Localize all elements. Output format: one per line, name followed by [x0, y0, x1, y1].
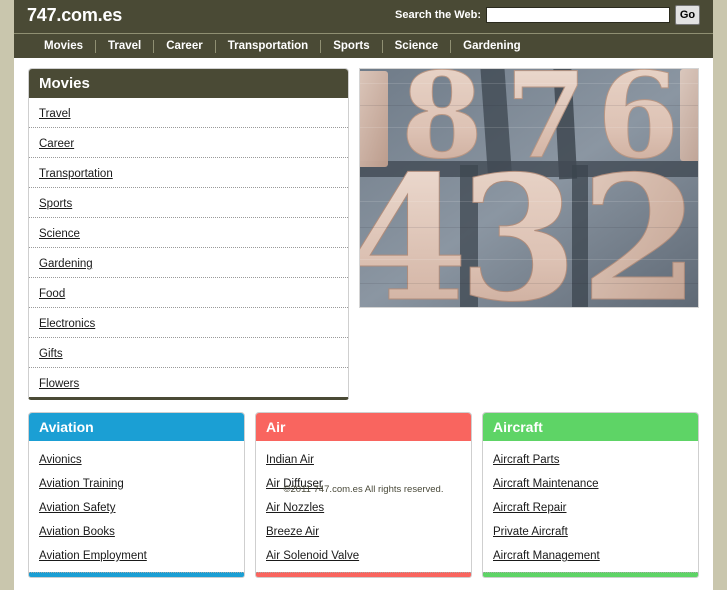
- footer: ©2011 747.com.es All rights reserved.: [0, 484, 727, 495]
- panel-link-aircraft-parts[interactable]: Aircraft Parts: [493, 454, 559, 466]
- site-container: 747.com.es Search the Web: Go Movies Tra…: [14, 0, 713, 590]
- list-item[interactable]: Aircraft Repair: [493, 495, 698, 519]
- panel-link-aircraft-management[interactable]: Aircraft Management: [493, 550, 600, 562]
- list-item[interactable]: Science: [29, 218, 349, 248]
- list-item[interactable]: Electronics: [29, 308, 349, 338]
- panel-link-air-solenoid-valve[interactable]: Air Solenoid Valve: [266, 550, 359, 562]
- footer-copyright: ©2011 747.com.es All rights reserved.: [283, 484, 444, 495]
- panel-aircraft-body: Aircraft Parts Aircraft Maintenance Airc…: [483, 441, 698, 572]
- list-item[interactable]: Sports: [29, 188, 349, 218]
- sidebar-item-gardening[interactable]: Gardening: [39, 258, 93, 270]
- panel-air-rule: [256, 572, 471, 577]
- panel-link-aviation-employment[interactable]: Aviation Employment: [39, 550, 147, 562]
- sidebar-item-sports[interactable]: Sports: [39, 198, 72, 210]
- list-item[interactable]: Aviation Safety: [39, 495, 244, 519]
- panel-link-aviation-books[interactable]: Aviation Books: [39, 526, 115, 538]
- nav-item-travel[interactable]: Travel: [96, 39, 155, 53]
- nav-item-transportation[interactable]: Transportation: [216, 39, 322, 53]
- movies-category-panel: Movies Travel Career Transportation Spor…: [28, 68, 350, 400]
- panel-aircraft: Aircraft Aircraft Parts Aircraft Mainten…: [482, 412, 699, 578]
- nav-item-science[interactable]: Science: [383, 39, 452, 53]
- panel-aircraft-title: Aircraft: [483, 413, 698, 441]
- panel-link-indian-air[interactable]: Indian Air: [266, 454, 314, 466]
- panel-link-aircraft-repair[interactable]: Aircraft Repair: [493, 502, 567, 514]
- top-row: Movies Travel Career Transportation Spor…: [28, 68, 699, 400]
- list-item[interactable]: Private Aircraft: [493, 519, 698, 543]
- svg-text:4: 4: [360, 137, 468, 307]
- search-label: Search the Web:: [395, 9, 481, 21]
- panel-link-breeze-air[interactable]: Breeze Air: [266, 526, 319, 538]
- panel-aviation-title: Aviation: [29, 413, 244, 441]
- list-item[interactable]: Breeze Air: [266, 519, 471, 543]
- sidebar-item-flowers[interactable]: Flowers: [39, 378, 79, 390]
- search-go-button[interactable]: Go: [675, 5, 700, 25]
- list-item[interactable]: Gifts: [29, 338, 349, 368]
- panel-link-private-aircraft[interactable]: Private Aircraft: [493, 526, 568, 538]
- panel-air: Air Indian Air Air Diffuser Air Nozzles …: [255, 412, 472, 578]
- site-logo[interactable]: 747.com.es: [27, 5, 122, 26]
- svg-text:2: 2: [581, 137, 699, 307]
- list-item[interactable]: Transportation: [29, 158, 349, 188]
- list-item[interactable]: Travel: [29, 98, 349, 128]
- sidebar-item-science[interactable]: Science: [39, 228, 80, 240]
- hero-image: 8 7 6 4 3 2: [359, 68, 699, 308]
- sidebar-item-career[interactable]: Career: [39, 138, 74, 150]
- list-item[interactable]: Indian Air: [266, 447, 471, 471]
- sidebar-item-gifts[interactable]: Gifts: [39, 348, 63, 360]
- panel-link-air-nozzles[interactable]: Air Nozzles: [266, 502, 324, 514]
- nav-item-movies[interactable]: Movies: [32, 39, 96, 53]
- nav-item-career[interactable]: Career: [154, 39, 216, 53]
- nav-item-gardening[interactable]: Gardening: [451, 40, 533, 53]
- category-panels: Aviation Avionics Aviation Training Avia…: [28, 412, 699, 590]
- list-item[interactable]: Career: [29, 128, 349, 158]
- panel-air-title: Air: [256, 413, 471, 441]
- list-item[interactable]: Flowers: [29, 368, 348, 397]
- panel-link-avionics[interactable]: Avionics: [39, 454, 82, 466]
- list-item[interactable]: Aviation Books: [39, 519, 244, 543]
- panel-link-aviation-safety[interactable]: Aviation Safety: [39, 502, 116, 514]
- site-header: 747.com.es Search the Web: Go: [14, 0, 713, 34]
- sidebar-item-food[interactable]: Food: [39, 288, 65, 300]
- list-item[interactable]: Air Nozzles: [266, 495, 471, 519]
- sidebar-item-transportation[interactable]: Transportation: [39, 168, 113, 180]
- sidebar-item-electronics[interactable]: Electronics: [39, 318, 95, 330]
- main-navigation: Movies Travel Career Transportation Spor…: [14, 34, 713, 58]
- panel-aviation-body: Avionics Aviation Training Aviation Safe…: [29, 441, 244, 572]
- sidebar-item-travel[interactable]: Travel: [39, 108, 71, 120]
- panel-aircraft-rule: [483, 572, 698, 577]
- movies-panel-title: Movies: [29, 69, 349, 98]
- list-item[interactable]: Avionics: [39, 447, 244, 471]
- page-root: 747.com.es Search the Web: Go Movies Tra…: [0, 0, 727, 590]
- list-item[interactable]: Air Solenoid Valve: [266, 543, 471, 567]
- panel-aviation-rule: [29, 572, 244, 577]
- search-area: Search the Web: Go: [395, 5, 700, 25]
- nav-item-sports[interactable]: Sports: [321, 39, 383, 53]
- svg-text:3: 3: [459, 137, 579, 307]
- panel-aviation: Aviation Avionics Aviation Training Avia…: [28, 412, 245, 578]
- list-item[interactable]: Aircraft Parts: [493, 447, 698, 471]
- main-content: Movies Travel Career Transportation Spor…: [14, 58, 713, 590]
- list-item[interactable]: Aviation Employment: [39, 543, 244, 567]
- list-item[interactable]: Food: [29, 278, 349, 308]
- panel-air-body: Indian Air Air Diffuser Air Nozzles Bree…: [256, 441, 471, 572]
- list-item[interactable]: Aircraft Management: [493, 543, 698, 567]
- search-input[interactable]: [486, 7, 670, 23]
- list-item[interactable]: Gardening: [29, 248, 349, 278]
